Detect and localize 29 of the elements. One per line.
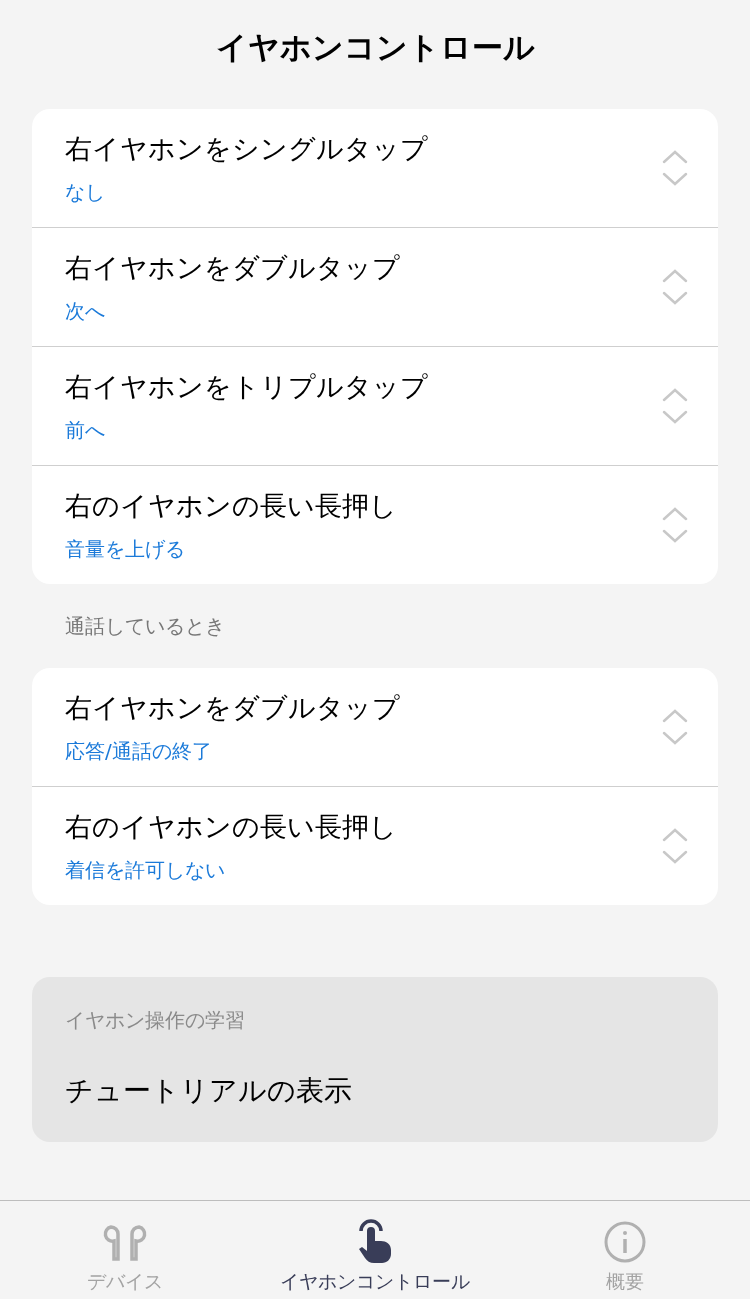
up-down-chevron-icon	[662, 388, 688, 424]
row-value: 音量を上げる	[65, 535, 186, 563]
settings-row[interactable]: 右イヤホンをシングルタップ なし	[32, 109, 718, 228]
up-down-chevron-icon	[662, 828, 688, 864]
row-label: 右イヤホンをシングルタップ	[65, 131, 429, 166]
row-label: 右のイヤホンの長い長押し	[65, 488, 398, 523]
settings-row[interactable]: 右イヤホンをトリプルタップ 前へ	[32, 347, 718, 466]
row-value: 応答/通話の終了	[65, 737, 213, 765]
row-value: 着信を許可しない	[65, 856, 226, 884]
settings-row[interactable]: 右のイヤホンの長い長押し 着信を許可しない	[32, 787, 718, 905]
settings-row[interactable]: 右のイヤホンの長い長押し 音量を上げる	[32, 466, 718, 584]
row-value: 前へ	[65, 416, 106, 444]
settings-row[interactable]: 右イヤホンをダブルタップ 応答/通話の終了	[32, 668, 718, 787]
row-value: 次へ	[65, 297, 106, 325]
row-label: 右イヤホンをダブルタップ	[65, 690, 401, 725]
screen-title: イヤホンコントロール	[214, 28, 536, 67]
up-down-chevron-icon	[662, 269, 688, 305]
up-down-chevron-icon	[662, 709, 688, 745]
row-value: なし	[65, 178, 106, 206]
settings-row[interactable]: 右イヤホンをダブルタップ 次へ	[32, 228, 718, 347]
row-label: 右のイヤホンの長い長押し	[65, 809, 398, 844]
up-down-chevron-icon	[662, 150, 688, 186]
tutorial-link[interactable]: チュートリアルの表示	[65, 1072, 685, 1110]
row-label: 右イヤホンをトリプルタップ	[65, 369, 429, 404]
section-header: イヤホン操作の学習	[65, 1007, 246, 1034]
up-down-chevron-icon	[662, 507, 688, 543]
tab[interactable]: イヤホンコントロール	[250, 1201, 500, 1299]
section-header: 通話しているとき	[65, 612, 225, 640]
row-label: 右イヤホンをダブルタップ	[65, 250, 401, 285]
